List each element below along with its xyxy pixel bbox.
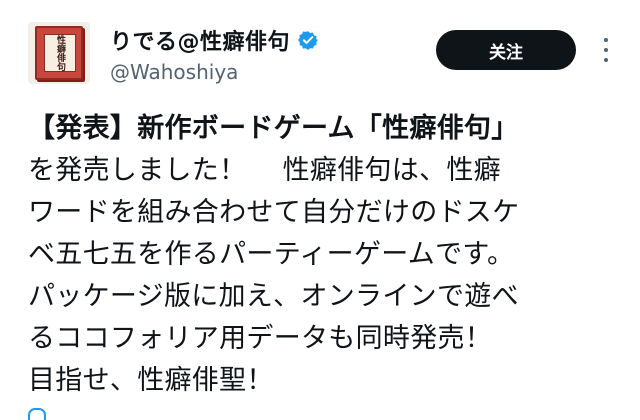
tweet-line: ワードを組み合わせて自分だけのドスケ [28, 197, 520, 228]
tweet-line: を発売しました！ 性癖俳句は、性癖 [28, 155, 501, 186]
tweet-line: パッケージ版に加え、オンラインで遊べ [28, 281, 519, 312]
avatar-label: 性癖俳句 [44, 34, 76, 72]
footer-icon [28, 408, 46, 420]
cut-off-footer [28, 408, 328, 420]
tweet-line: るココフォリア用データも同時発売！ [28, 323, 493, 354]
verified-badge-icon [298, 30, 319, 50]
tweet-line: ベ五七五を作るパーティーゲームです。 [28, 239, 515, 270]
more-options-icon[interactable] [602, 38, 610, 62]
follow-button[interactable]: 关注 [436, 30, 576, 70]
account-name-row: りでる@性癖俳句 [110, 24, 319, 56]
tweet-text: 【発表】新作ボードゲーム「性癖俳句」 を発売しました！ 性癖俳句は、性癖 ワード… [28, 108, 628, 402]
tweet-line: 目指せ、性癖俳聖！ [28, 365, 274, 396]
tweet-line: 【発表】新作ボードゲーム「性癖俳句」 [28, 113, 519, 144]
account-handle[interactable]: @Wahoshiya [110, 60, 238, 84]
display-name[interactable]: りでる@性癖俳句 [110, 24, 290, 56]
avatar[interactable]: 性癖俳句 [28, 22, 90, 84]
avatar-product-box: 性癖俳句 [35, 26, 83, 80]
